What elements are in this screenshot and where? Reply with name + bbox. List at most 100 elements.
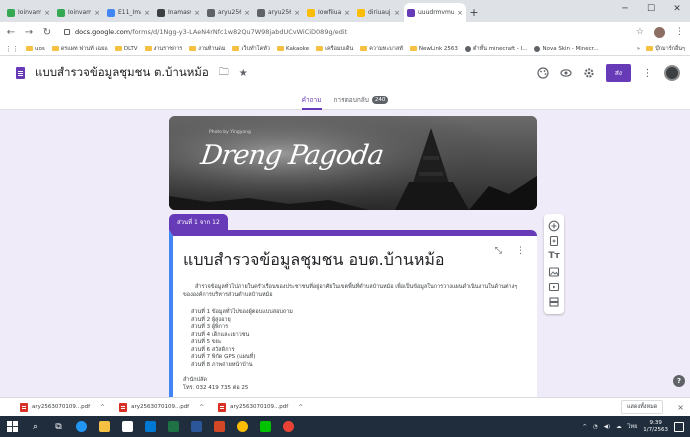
browser-tab[interactable]: diriuaujmgu× <box>354 3 403 22</box>
bookmark-item[interactable]: uos <box>26 46 45 52</box>
more-vert-icon[interactable]: ⋮ <box>641 67 654 80</box>
close-icon[interactable]: × <box>144 9 150 17</box>
add-question-icon[interactable] <box>548 219 561 232</box>
input-language[interactable]: ไทย <box>628 423 638 431</box>
forms-logo-icon[interactable] <box>16 67 25 79</box>
profile-avatar[interactable] <box>654 26 665 38</box>
form-title-card[interactable]: ⤡ ⋮ แบบสำรวจข้อมูลชุมชน อบต.บ้านหม้อ สำร… <box>169 230 537 397</box>
bookmarks-overflow[interactable]: » <box>637 46 640 52</box>
notification-icon[interactable] <box>674 421 684 432</box>
import-questions-icon[interactable] <box>548 234 561 247</box>
tray-chevron-icon[interactable]: ^ <box>582 424 587 430</box>
bookmark-item[interactable]: เว็บทำโคทัว <box>232 45 270 53</box>
reload-icon[interactable]: ↻ <box>42 27 52 38</box>
url-input[interactable]: docs.google.com/forms/d/1Ngg-y3-LAeN4rNf… <box>60 25 628 39</box>
close-icon[interactable]: × <box>344 9 350 17</box>
document-title[interactable]: แบบสำรวจข้อมูลชุมชน ต.บ้านหม้อ <box>35 64 209 82</box>
browser-tab[interactable]: E11_Imamr× <box>104 3 153 22</box>
mail-icon[interactable] <box>144 420 157 433</box>
close-downloads-icon[interactable]: × <box>677 403 684 412</box>
bookmark-item[interactable]: NewLink 2563 <box>409 46 458 52</box>
close-icon[interactable]: × <box>194 9 200 17</box>
folder-move-icon[interactable]: 🗀 <box>219 65 229 82</box>
settings-gear-icon[interactable] <box>583 67 596 80</box>
bookmark-item[interactable]: Nova Skin - Minecr... <box>534 45 599 52</box>
browser-tab[interactable]: Ioinvamaurr× <box>4 3 53 22</box>
show-all-downloads-button[interactable]: แสดงทั้งหมด <box>621 400 664 414</box>
line-app-icon[interactable] <box>259 420 272 433</box>
form-title[interactable]: แบบสำรวจข้อมูลชุมชน อบต.บ้านหม้อ <box>183 248 523 273</box>
chevron-up-icon[interactable]: ^ <box>199 404 204 411</box>
header-image[interactable]: Photo by Yingyong Dreng Pagoda <box>169 116 537 210</box>
paint-icon[interactable] <box>236 420 249 433</box>
download-item[interactable]: ary2563070109...pdf ^ <box>20 402 105 412</box>
bookmark-item[interactable]: ตำทั้น minecraft - I... <box>464 45 527 53</box>
browser-tab[interactable]: aryu25630701× <box>204 3 253 22</box>
browser-tab-active[interactable]: uuudrmvmu × <box>404 3 466 22</box>
close-icon[interactable]: × <box>394 9 400 17</box>
bookmark-item[interactable]: เครือมบเดิน <box>316 45 353 53</box>
browser-tab[interactable]: Inamaswanu× <box>154 3 203 22</box>
browser-tab[interactable]: Iowfiiuaiu× <box>304 3 353 22</box>
edge-browser-icon[interactable] <box>75 420 88 433</box>
powerpoint-icon[interactable] <box>213 420 226 433</box>
back-icon[interactable]: ← <box>6 27 16 38</box>
chevron-up-icon[interactable]: ^ <box>298 404 303 411</box>
help-icon[interactable]: ? <box>673 375 685 387</box>
word-icon[interactable] <box>190 420 203 433</box>
preview-eye-icon[interactable] <box>560 67 573 80</box>
close-icon[interactable]: × <box>244 9 250 17</box>
download-item[interactable]: ary2563070109...pdf ^ <box>218 402 303 412</box>
close-icon[interactable]: × <box>294 9 300 17</box>
store-icon[interactable] <box>121 420 134 433</box>
task-view-icon[interactable]: ⧉ <box>52 420 65 433</box>
bookmark-item[interactable]: ดรแผท ฟานท้ เฉยแ <box>51 45 108 53</box>
bookmark-item[interactable]: ความทะบาลทั <box>360 45 403 53</box>
clock-time: 9:39 <box>649 419 662 426</box>
close-icon[interactable]: × <box>94 9 100 17</box>
new-tab-button[interactable]: + <box>467 3 481 22</box>
collapse-icon[interactable]: ⤡ <box>495 246 502 256</box>
form-description[interactable]: สำรวจข้อมูลทั่วไปภายในครัวเรือนของประชาช… <box>183 283 528 299</box>
search-icon[interactable]: ⌕ <box>29 420 42 433</box>
network-icon[interactable]: ◔ <box>593 424 598 430</box>
volume-icon[interactable]: ◀) <box>604 424 610 430</box>
palette-icon[interactable] <box>537 67 550 80</box>
maximize-icon[interactable]: ☐ <box>638 0 664 18</box>
cloud-icon[interactable]: ☁ <box>616 424 622 430</box>
browser-tab[interactable]: aryu25630701× <box>254 3 303 22</box>
minimize-icon[interactable]: ─ <box>612 0 638 18</box>
windows-start-icon[interactable] <box>6 420 19 433</box>
bookmarks-bar: ⋮⋮ uos ดรแผท ฟานท้ เฉยแ DLTV งานราชการ ง… <box>0 42 690 56</box>
download-item[interactable]: ary2563070109...pdf ^ <box>119 402 204 412</box>
add-section-icon[interactable] <box>548 296 561 309</box>
tab-responses[interactable]: การตอบกลับ 240 <box>334 90 389 110</box>
other-bookmarks[interactable]: บุ๊กมาร์กอื่นๆ <box>646 45 685 53</box>
add-video-icon[interactable] <box>548 280 561 293</box>
add-title-icon[interactable]: Tт <box>548 250 561 263</box>
card-more-icon[interactable]: ⋮ <box>516 246 525 256</box>
chrome-icon[interactable] <box>282 420 295 433</box>
tab-questions[interactable]: คำถาม <box>301 90 322 110</box>
bookmark-item[interactable]: งานท้านดม <box>189 45 225 53</box>
clock[interactable]: 9:39 1/7/2563 <box>643 420 668 434</box>
forward-icon[interactable]: → <box>24 27 34 38</box>
bookmark-item[interactable]: Kakaoke <box>277 46 309 52</box>
browser-menu-icon[interactable]: ⋮ <box>675 27 684 37</box>
apps-grid-icon[interactable]: ⋮⋮ <box>5 45 19 53</box>
bookmark-star-icon[interactable]: ☆ <box>636 27 644 37</box>
chevron-up-icon[interactable]: ^ <box>100 404 105 411</box>
add-image-icon[interactable] <box>548 265 561 278</box>
close-icon[interactable]: × <box>44 9 50 17</box>
file-explorer-icon[interactable] <box>98 420 111 433</box>
account-avatar[interactable] <box>664 65 680 81</box>
window-close-icon[interactable]: ✕ <box>664 0 690 18</box>
star-icon[interactable]: ★ <box>239 68 248 79</box>
bookmark-item[interactable]: DLTV <box>114 46 138 52</box>
site-icon <box>534 45 541 52</box>
excel-icon[interactable] <box>167 420 180 433</box>
bookmark-item[interactable]: งานราชการ <box>144 45 182 53</box>
close-icon[interactable]: × <box>457 9 463 17</box>
browser-tab[interactable]: Ioinvamaurr× <box>54 3 103 22</box>
send-button[interactable]: ส่ง <box>605 64 631 82</box>
